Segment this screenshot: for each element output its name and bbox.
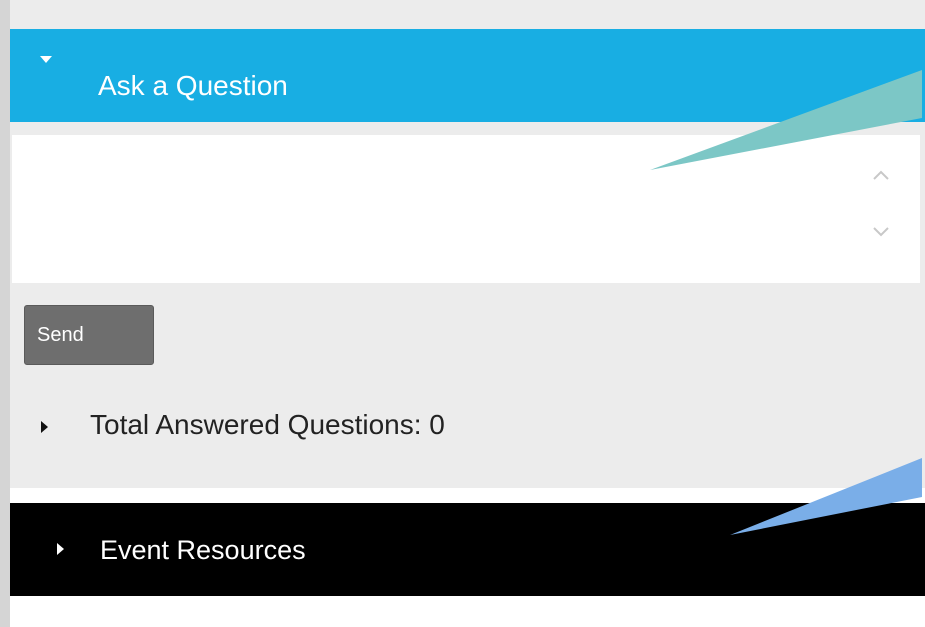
caret-right-icon xyxy=(41,421,48,433)
caret-right-icon xyxy=(57,543,64,555)
event-resources-header[interactable]: Event Resources xyxy=(10,503,925,596)
answered-questions-toggle[interactable]: Total Answered Questions: 0 xyxy=(10,396,610,446)
answered-questions-label: Total Answered Questions: 0 xyxy=(90,409,445,440)
chevron-up-icon xyxy=(873,170,889,180)
ask-question-title: Ask a Question xyxy=(98,70,288,101)
caret-down-icon xyxy=(40,56,52,63)
ask-question-header[interactable]: Ask a Question xyxy=(10,29,925,122)
chevron-down-icon xyxy=(873,227,889,237)
send-button[interactable]: Send xyxy=(24,305,154,365)
left-border xyxy=(0,0,10,627)
side-panel: Ask a Question Send Total Answered Quest… xyxy=(10,16,925,627)
question-input[interactable] xyxy=(12,135,920,283)
event-resources-title: Event Resources xyxy=(100,535,306,565)
section-divider xyxy=(10,488,925,503)
top-strip xyxy=(0,0,925,16)
scroll-down-button[interactable] xyxy=(870,221,892,243)
bottom-area xyxy=(10,596,925,627)
scroll-up-button[interactable] xyxy=(870,164,892,186)
